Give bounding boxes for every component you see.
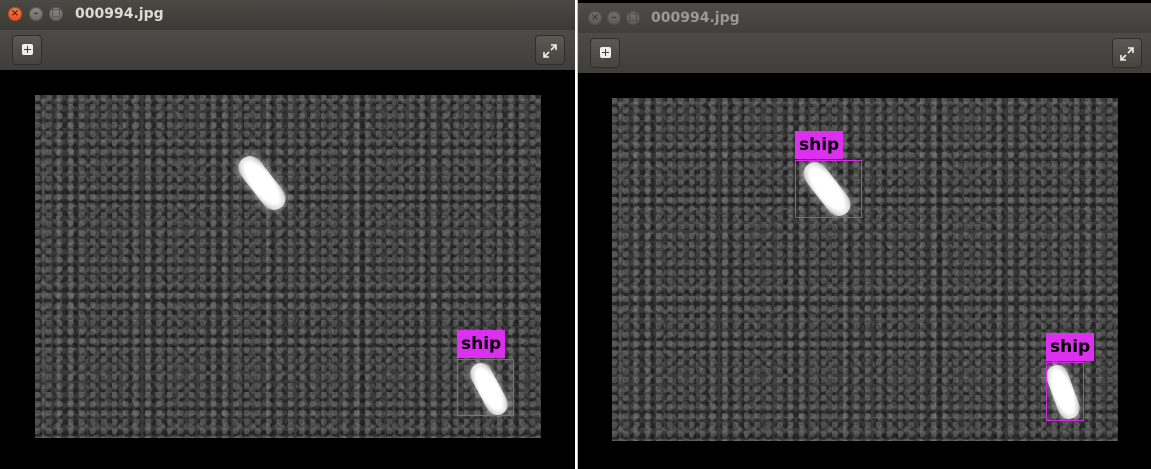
close-icon[interactable]: × [8, 7, 22, 21]
expand-icon [543, 43, 557, 58]
add-button[interactable] [12, 35, 42, 65]
toolbar [0, 30, 575, 71]
expand-button[interactable] [1112, 38, 1142, 68]
add-icon [599, 47, 611, 58]
detection-label: ship [457, 330, 506, 358]
add-icon [21, 44, 33, 55]
image-canvas: ship [0, 70, 575, 469]
detection-box [1046, 362, 1084, 421]
expand-button[interactable] [535, 35, 565, 65]
minimize-icon[interactable]: – [29, 7, 43, 21]
sar-image: ship [35, 95, 541, 438]
minimize-icon[interactable]: – [607, 11, 621, 25]
add-button[interactable] [590, 38, 620, 68]
detection-box [795, 160, 862, 218]
ship-target [233, 151, 291, 215]
sar-image: ship ship [612, 98, 1118, 441]
close-icon[interactable]: × [588, 11, 602, 25]
maximize-icon[interactable]: □ [626, 11, 640, 25]
titlebar[interactable]: × – □ 000994.jpg [578, 3, 1151, 33]
toolbar [578, 33, 1151, 74]
image-viewer-window-right: × – □ 000994.jpg ship ship [577, 0, 1151, 469]
maximize-icon[interactable]: □ [49, 7, 63, 21]
detection-label: ship [1046, 333, 1095, 361]
titlebar[interactable]: × – □ 000994.jpg [0, 0, 575, 30]
window-title: 000994.jpg [75, 6, 164, 22]
detection-label: ship [795, 131, 844, 159]
image-canvas: ship ship [578, 73, 1151, 469]
image-viewer-window-left: × – □ 000994.jpg ship [0, 0, 575, 469]
detection-box [457, 359, 514, 416]
expand-icon [1120, 46, 1134, 61]
window-title: 000994.jpg [651, 10, 740, 26]
